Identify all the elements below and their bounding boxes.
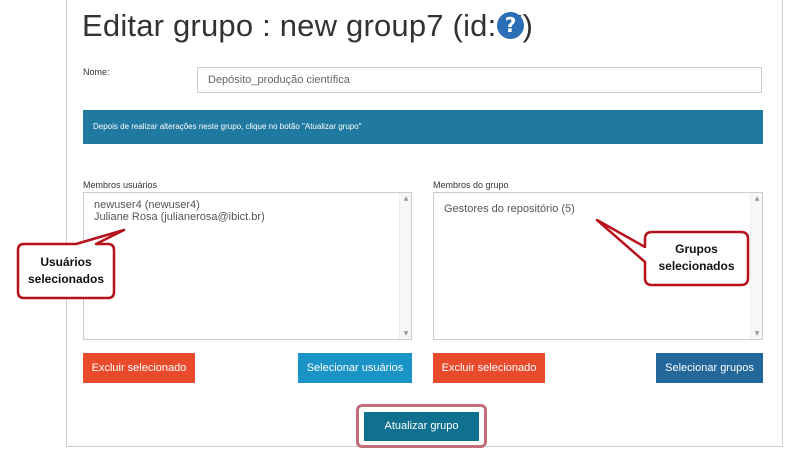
groups-callout-label: Grupos selecionados xyxy=(645,241,748,275)
groups-callout-line2: selecionados xyxy=(658,259,735,273)
users-callout-label: Usuários selecionados xyxy=(18,254,114,288)
callout-shapes xyxy=(16,218,750,300)
users-callout-line1: Usuários xyxy=(40,255,92,269)
users-callout-line2: selecionados xyxy=(27,272,105,286)
groups-callout-line1: Grupos xyxy=(675,242,718,256)
